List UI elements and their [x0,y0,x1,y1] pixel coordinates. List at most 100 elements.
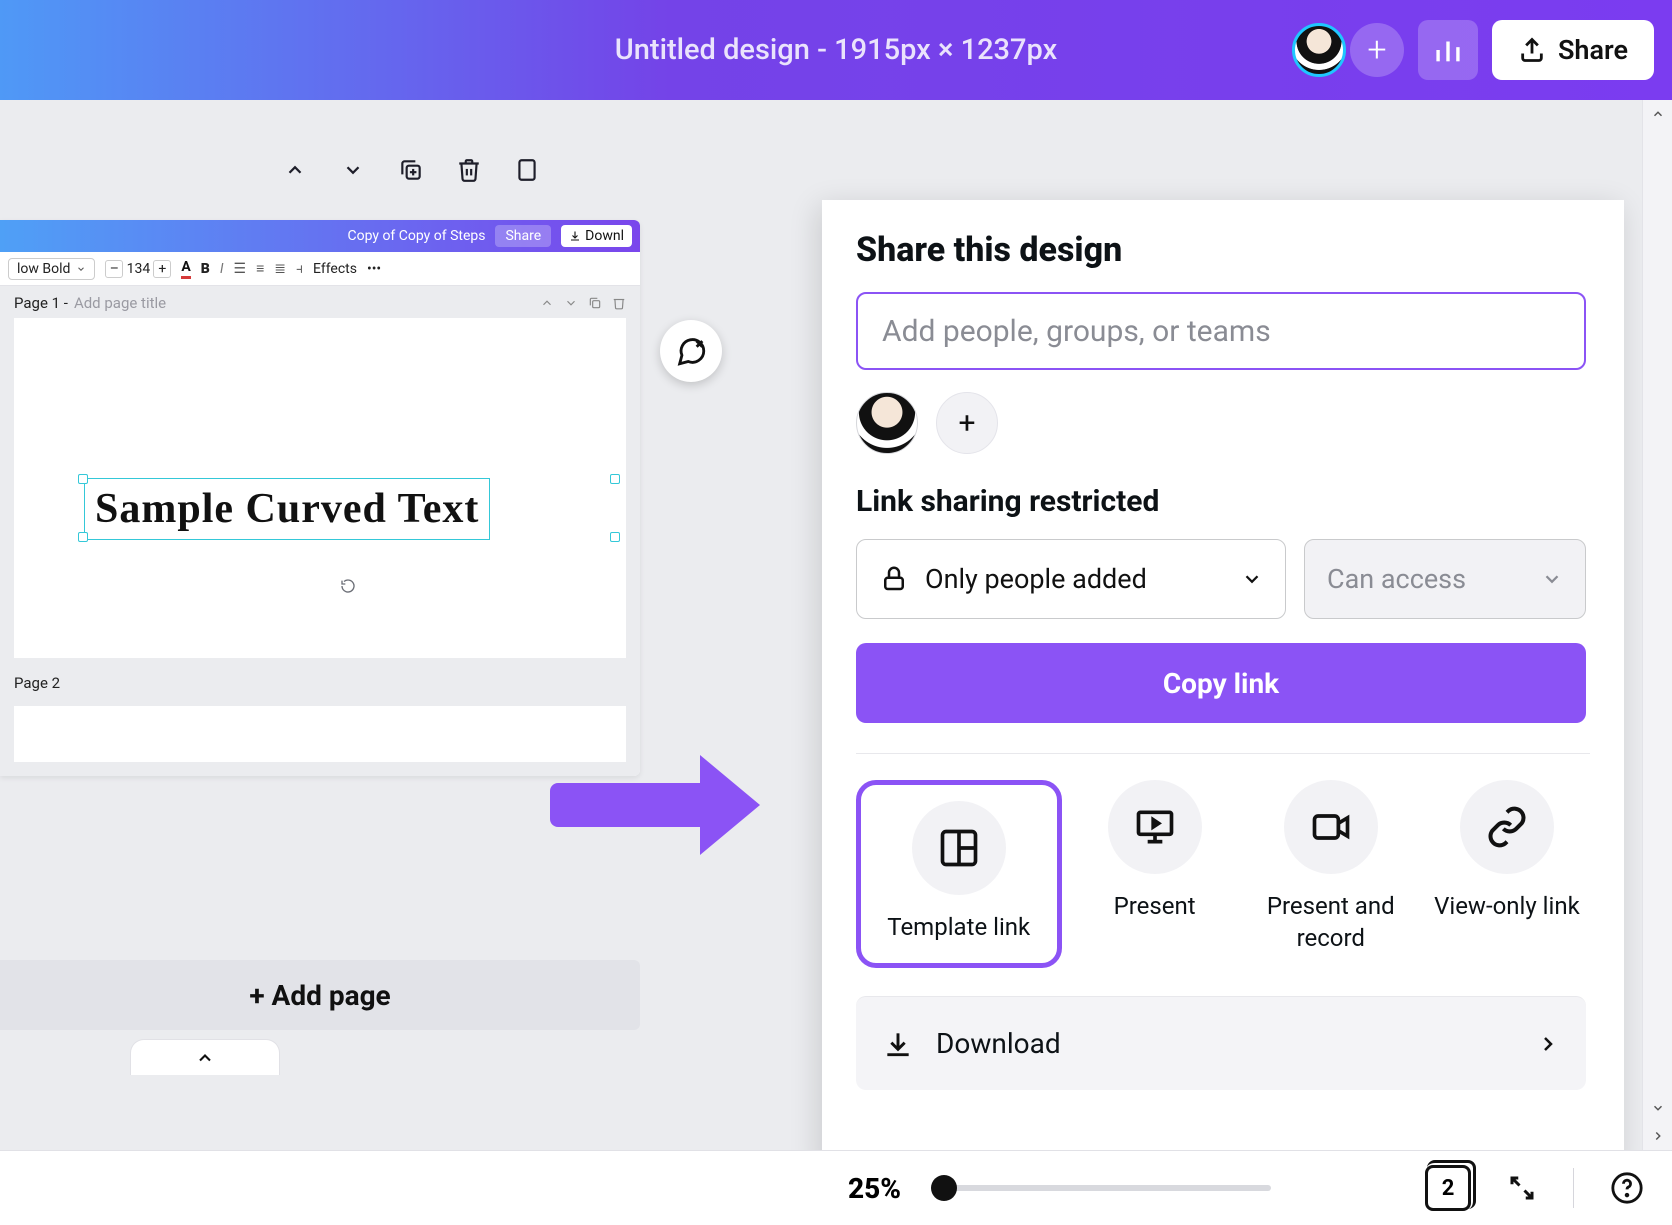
file-plus-icon [514,157,540,183]
effects-button[interactable]: Effects [313,261,357,277]
nested-text-toolbar: low Bold – 134 + A B I ☰ ≡ ≣ ⫞ Effects •… [0,252,640,286]
italic-button[interactable]: I [220,261,224,277]
chevron-down-icon[interactable] [564,296,578,310]
nested-editor-card: Copy of Copy of Steps Share Downl low Bo… [0,220,640,776]
chevron-right-icon [1651,1129,1665,1143]
chevron-down-icon [1651,1101,1665,1115]
help-icon[interactable] [1610,1171,1644,1205]
nested-download-button[interactable]: Downl [561,225,632,247]
numbered-list-button[interactable]: ≣ [274,261,286,277]
nested-editor-title: Copy of Copy of Steps [347,228,485,244]
selection-handle[interactable] [610,532,620,542]
expand-down-button[interactable] [338,155,368,185]
zoom-level[interactable]: 25% [848,1172,901,1205]
view-only-link-action[interactable]: View-only link [1424,780,1590,968]
user-avatar[interactable] [1292,23,1346,77]
upload-icon [1518,36,1546,64]
copy-plus-icon [398,157,424,183]
view-only-label: View-only link [1434,890,1580,922]
font-size-stepper[interactable]: – 134 + [105,260,171,278]
share-button[interactable]: Share [1492,20,1654,80]
annotation-arrow [550,760,760,850]
magic-comment-fab[interactable] [660,320,722,382]
font-size-minus[interactable]: – [105,260,123,278]
bottom-tab-notch[interactable] [130,1039,280,1075]
copy-icon[interactable] [588,296,602,310]
share-panel: Share this design Add people, groups, or… [822,200,1624,1172]
page2-label-row: Page 2 [14,674,626,692]
more-button[interactable]: ••• [367,261,381,277]
page1-label-row: Page 1 - Add page title [14,294,626,312]
page-count-indicator[interactable]: 2 [1425,1165,1471,1211]
new-page-button[interactable] [512,155,542,185]
status-bar: 25% 2 [0,1150,1672,1225]
chevron-up-icon [195,1048,215,1068]
page1-title-input[interactable]: Add page title [74,294,166,312]
present-record-label: Present and record [1248,890,1414,955]
permission-select[interactable]: Can access [1304,539,1586,619]
chevron-up-icon[interactable] [540,296,554,310]
shared-user-avatar[interactable] [856,392,918,454]
chevron-down-icon [1241,568,1263,590]
nested-editor-pages: Page 1 - Add page title Sample Curved Te… [0,286,640,776]
zoom-slider[interactable] [931,1185,1271,1191]
share-people-input[interactable]: Add people, groups, or teams [856,292,1586,370]
chevron-down-icon [342,159,364,181]
spacing-button[interactable]: ⫞ [296,261,303,277]
collapse-up-button[interactable] [280,155,310,185]
font-size-plus[interactable]: + [153,260,171,278]
add-page-button[interactable]: + Add page [0,960,640,1030]
access-scope-label: Only people added [925,563,1147,595]
camera-icon [1309,805,1353,849]
share-button-label: Share [1558,34,1628,66]
share-actions-row: Template link Present Present and record… [856,753,1590,968]
nested-share-button[interactable]: Share [495,225,551,247]
add-member-button[interactable]: + [1350,23,1404,77]
selected-text-element[interactable]: Sample Curved Text [84,478,490,540]
selection-handle[interactable] [78,532,88,542]
page1-canvas[interactable]: Sample Curved Text [14,318,626,658]
download-icon [569,230,581,242]
selection-handle[interactable] [610,474,620,484]
chevron-up-icon [1651,107,1665,121]
template-link-label: Template link [887,911,1030,943]
zoom-slider-knob[interactable] [931,1175,957,1201]
scroll-up-button[interactable] [1643,100,1672,128]
rotate-handle-icon[interactable] [340,578,356,594]
copy-link-button[interactable]: Copy link [856,643,1586,723]
top-header-bar: Untitled design - 1915px × 1237px + Shar… [0,0,1672,100]
font-size-value[interactable]: 134 [129,260,147,278]
page2-label: Page 2 [14,674,60,692]
bold-button[interactable]: B [201,261,210,277]
download-row[interactable]: Download [856,996,1586,1090]
analytics-button[interactable] [1418,20,1478,80]
link-sharing-status: Link sharing restricted [856,484,1590,519]
selection-handle[interactable] [78,474,88,484]
page-mini-toolbar [280,155,542,185]
workspace-area: Copy of Copy of Steps Share Downl low Bo… [0,100,1672,1150]
scroll-down-button[interactable] [1643,1094,1672,1122]
font-selector[interactable]: low Bold [8,258,95,280]
add-person-button[interactable]: + [936,392,998,454]
access-scope-select[interactable]: Only people added [856,539,1286,619]
fullscreen-icon[interactable] [1507,1173,1537,1203]
page2-canvas[interactable] [14,706,626,762]
align-button[interactable]: ☰ [234,261,247,277]
permission-label: Can access [1327,563,1466,595]
chevron-up-icon [284,159,306,181]
share-people-row: + [856,392,1590,454]
list-button[interactable]: ≡ [256,260,264,277]
present-and-record-action[interactable]: Present and record [1248,780,1414,968]
template-icon [937,826,981,870]
scroll-right-button[interactable] [1643,1122,1672,1150]
duplicate-page-button[interactable] [396,155,426,185]
download-icon [882,1028,914,1060]
trash-icon[interactable] [612,296,626,310]
share-panel-heading: Share this design [856,230,1590,270]
bar-chart-icon [1431,33,1465,67]
template-link-action[interactable]: Template link [856,780,1062,968]
text-color-button[interactable]: A [181,259,190,279]
present-action[interactable]: Present [1072,780,1238,968]
delete-page-button[interactable] [454,155,484,185]
vertical-scrollbar[interactable] [1642,100,1672,1150]
